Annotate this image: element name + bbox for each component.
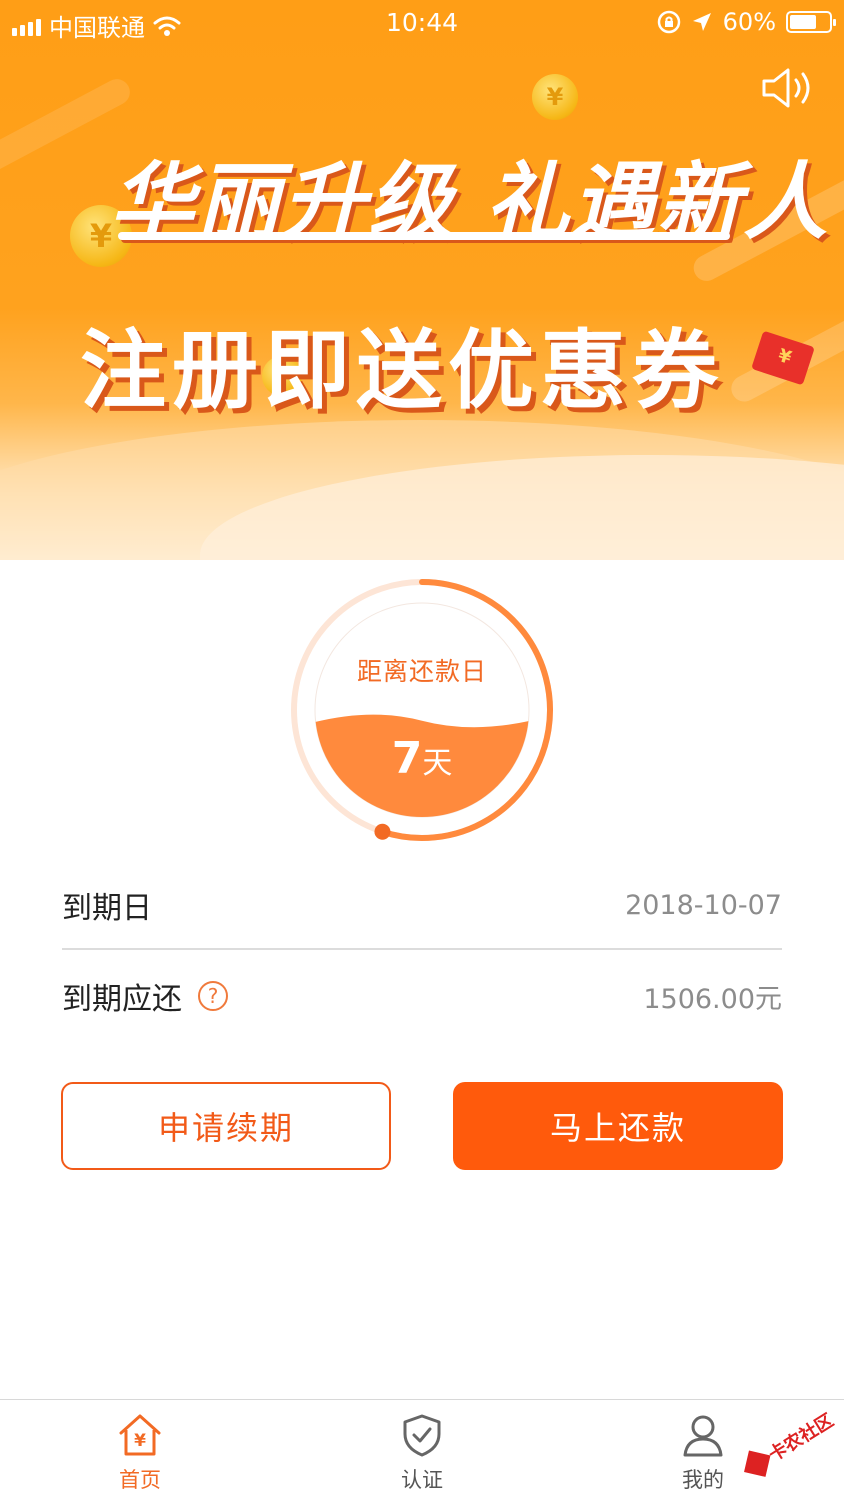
home-icon-symbol: ¥ [134, 1431, 146, 1451]
location-icon [692, 13, 711, 31]
countdown-days-unit: 天 [422, 746, 453, 781]
battery-percent: 60% [722, 8, 776, 36]
rotation-lock-icon [657, 10, 680, 34]
shield-check-icon [403, 1414, 441, 1457]
coin-symbol: ¥ [89, 217, 113, 255]
tab-bar: ¥ 首页 认证 我的 [0, 1399, 844, 1500]
headline-underline [118, 232, 730, 240]
gauge-progress-dot [374, 823, 391, 840]
status-right: 60% [657, 8, 836, 36]
tab-verify-label: 认证 [401, 1468, 443, 1492]
extend-button[interactable]: 申请续期 [61, 1082, 391, 1170]
due-amount-row: 到期应还 ? 1506.00元 [62, 952, 782, 1040]
status-bar: 中国联通 10:44 60% [0, 0, 844, 44]
battery-icon [786, 11, 836, 33]
user-icon [683, 1415, 723, 1457]
repay-now-button[interactable]: 马上还款 [453, 1082, 783, 1170]
home-icon: ¥ [119, 1414, 161, 1456]
speaker-icon[interactable] [760, 66, 816, 110]
banner-headline-2: 注册即送优惠券 [80, 321, 724, 421]
tab-home-label: 首页 [119, 1468, 161, 1492]
countdown-label: 距离还款日 [356, 657, 487, 686]
countdown-gauge [291, 579, 553, 841]
coin-icon: ¥ [532, 74, 578, 120]
due-date-label: 到期日 [62, 891, 152, 926]
due-date-value: 2018-10-07 [625, 889, 782, 921]
countdown-days: 7天 [289, 733, 555, 784]
watermark-logo-icon [744, 1450, 771, 1477]
due-date-row: 到期日 2018-10-07 [62, 862, 782, 950]
tab-verify[interactable]: 认证 [352, 1412, 492, 1494]
coin-symbol: ¥ [546, 83, 564, 111]
help-icon[interactable]: ? [198, 981, 228, 1011]
due-amount-label-group: 到期应还 ? [62, 974, 228, 1018]
countdown-days-number: 7 [391, 733, 423, 784]
tab-home[interactable]: ¥ 首页 [70, 1412, 210, 1494]
due-amount-label: 到期应还 [62, 982, 182, 1017]
due-amount-value: 1506.00元 [643, 983, 782, 1015]
promo-banner[interactable]: ¥ ¥ ¥ 华丽升级 礼遇新人 注册即送优惠券 [0, 0, 844, 560]
